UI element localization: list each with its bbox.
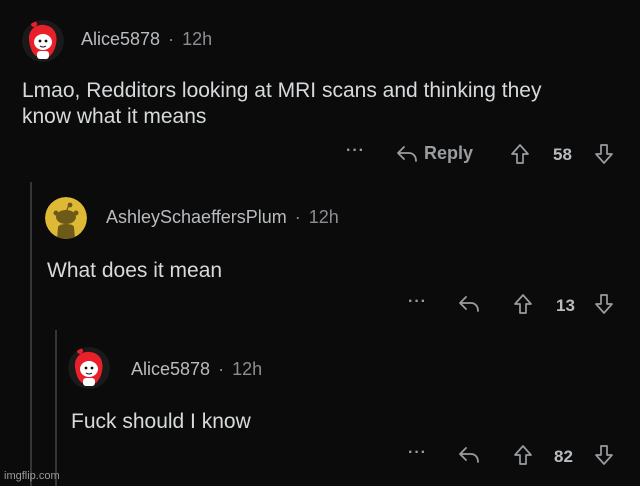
comment-body-line: Lmao, Redditors looking at MRI scans and… — [22, 79, 542, 102]
avatar[interactable] — [68, 347, 110, 389]
vote-score: 82 — [554, 447, 573, 466]
downvote-arrow-icon — [595, 144, 613, 164]
avatar[interactable] — [45, 197, 87, 239]
downvote-button[interactable] — [594, 293, 614, 315]
separator-dot: · — [168, 29, 175, 49]
more-options-icon: ··· — [408, 444, 427, 461]
reply-icon — [397, 145, 417, 162]
comment-body: Fuck should I know — [71, 410, 251, 433]
upvote-arrow-icon — [514, 294, 532, 314]
upvote-arrow-icon — [511, 144, 529, 164]
username[interactable]: Alice5878 — [81, 29, 160, 50]
thread-line[interactable] — [30, 182, 32, 486]
snoo-red-hair-avatar-icon — [68, 347, 110, 389]
vote-score: 58 — [553, 145, 572, 164]
separator-dot: · — [218, 359, 225, 379]
reply-label: Reply — [424, 143, 474, 163]
reply-button[interactable] — [458, 295, 480, 313]
upvote-button[interactable] — [513, 444, 533, 466]
timestamp[interactable]: 12h — [182, 29, 212, 50]
timestamp[interactable]: 12h — [309, 207, 339, 228]
timestamp[interactable]: 12h — [232, 359, 262, 380]
upvote-arrow-icon — [514, 445, 532, 465]
more-options-button[interactable]: ··· — [408, 444, 427, 462]
comment-body: What does it mean — [47, 259, 223, 282]
reply-button[interactable]: Reply — [396, 143, 473, 164]
upvote-button[interactable] — [510, 143, 530, 165]
downvote-arrow-icon — [595, 445, 613, 465]
more-options-icon: ··· — [346, 142, 365, 159]
separator-dot: · — [294, 207, 301, 227]
vote-score: 13 — [556, 296, 575, 315]
downvote-arrow-icon — [595, 294, 613, 314]
avatar[interactable] — [22, 20, 64, 62]
snoo-red-hair-avatar-icon — [22, 20, 64, 62]
snoo-default-yellow-avatar-icon — [45, 197, 87, 239]
more-options-button[interactable]: ··· — [346, 142, 365, 160]
reply-icon — [459, 296, 479, 312]
reply-icon — [459, 447, 479, 463]
comment-body-line: know what it means — [22, 105, 207, 128]
downvote-button[interactable] — [594, 143, 614, 165]
upvote-button[interactable] — [513, 293, 533, 315]
username[interactable]: AshleySchaeffersPlum — [106, 207, 287, 228]
watermark: imgflip.com — [4, 470, 60, 482]
downvote-button[interactable] — [594, 444, 614, 466]
more-options-button[interactable]: ··· — [408, 293, 427, 311]
comment-body: Lmao, Redditors looking at MRI scans and… — [22, 78, 541, 130]
reply-button[interactable] — [458, 446, 480, 464]
thread-line[interactable] — [55, 330, 57, 486]
more-options-icon: ··· — [408, 293, 427, 310]
username[interactable]: Alice5878 — [131, 359, 210, 380]
